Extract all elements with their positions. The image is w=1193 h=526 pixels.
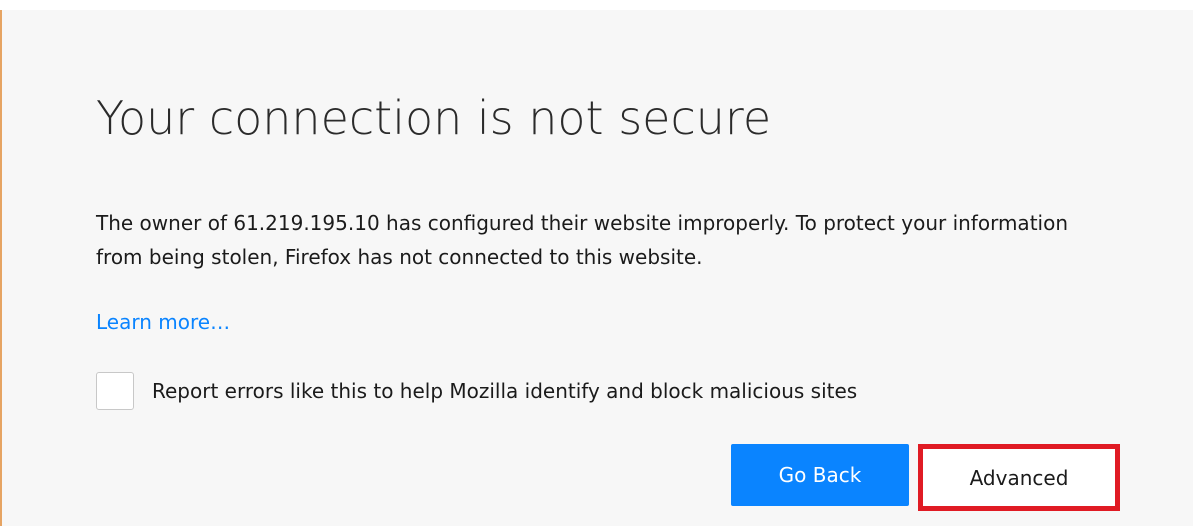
report-errors-label[interactable]: Report errors like this to help Mozilla … <box>152 377 857 405</box>
page-title: Your connection is not secure <box>96 91 772 145</box>
go-back-button[interactable]: Go Back <box>731 444 909 506</box>
error-page: Your connection is not secure The owner … <box>0 10 1193 526</box>
learn-more-link[interactable]: Learn more… <box>96 308 230 336</box>
report-errors-row[interactable]: Report errors like this to help Mozilla … <box>96 367 857 415</box>
report-errors-checkbox[interactable] <box>96 372 134 410</box>
advanced-button[interactable]: Advanced <box>918 444 1120 511</box>
error-description: The owner of 61.219.195.10 has configure… <box>96 211 1069 269</box>
